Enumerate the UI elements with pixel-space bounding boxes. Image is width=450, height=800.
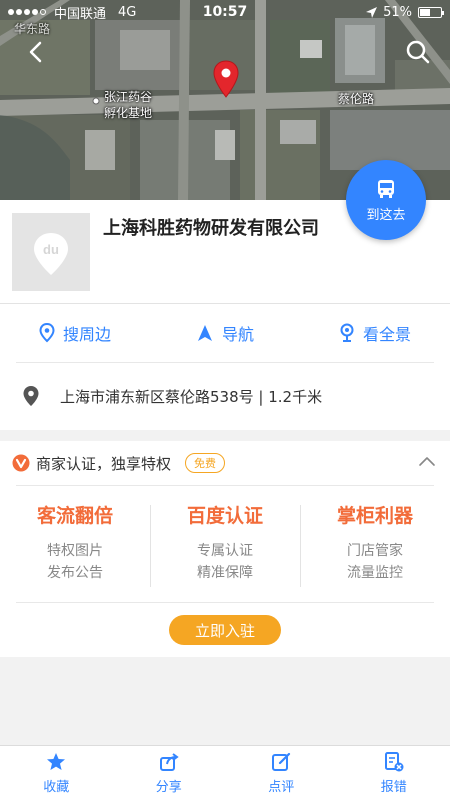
tab-label: 分享 [155, 779, 182, 795]
perk-line: 门店管家 [347, 543, 403, 559]
divider [16, 602, 434, 603]
report-icon [384, 751, 404, 771]
panorama-label: 看全景 [362, 325, 411, 344]
svg-text:du: du [43, 242, 59, 257]
panorama-button[interactable]: 看全景 [300, 304, 450, 362]
tab-report-error[interactable]: 报错 [338, 746, 450, 800]
merchant-title: 商家认证，独享特权 [36, 454, 172, 473]
free-badge: 免费 [185, 453, 226, 473]
merchant-header[interactable]: 商家认证，独享特权 免费 [0, 441, 450, 485]
poi-dot-icon [92, 97, 100, 105]
bus-icon [378, 179, 394, 198]
status-bar: 中国联通 4G 10:57 51% [0, 0, 450, 24]
navigate-button[interactable]: 导航 [150, 304, 300, 362]
search-nearby-button[interactable]: 搜周边 [0, 304, 150, 362]
perk-list: 客流翻倍 特权图片 发布公告 百度认证 专属认证 精准保障 掌柜利器 门店管家 … [0, 501, 450, 591]
place-thumbnail[interactable]: du [12, 213, 90, 291]
search-nearby-label: 搜周边 [62, 325, 111, 344]
perk-title: 掌柜利器 [336, 505, 413, 527]
navigation-arrow-icon [197, 325, 212, 341]
map-label-road-2: 华东路 [14, 22, 51, 36]
star-icon [47, 752, 66, 770]
search-button[interactable] [404, 38, 432, 66]
tab-review[interactable]: 点评 [225, 746, 338, 800]
tab-label: 报错 [380, 779, 407, 795]
action-row: 搜周边 导航 看全景 [0, 304, 450, 362]
navigate-label: 导航 [221, 325, 254, 344]
place-card: du 上海科胜药物研发有限公司 到这去 搜周边 导航 看全景 上海市浦东新区蔡伦… [0, 160, 450, 430]
verified-v-icon [12, 454, 30, 472]
chevron-up-icon[interactable] [418, 455, 436, 467]
chevron-left-icon [29, 41, 42, 63]
join-now-button[interactable]: 立即入驻 [169, 615, 281, 645]
perk-item: 百度认证 专属认证 精准保障 [150, 501, 300, 591]
map-poi-dot [92, 94, 100, 108]
tab-favorite[interactable]: 收藏 [0, 746, 113, 800]
panorama-pin-icon [340, 323, 354, 342]
merchant-promo-section: 商家认证，独享特权 免费 客流翻倍 特权图片 发布公告 百度认证 专属认证 精准… [0, 441, 450, 657]
back-button[interactable] [22, 38, 50, 66]
tab-label: 收藏 [43, 779, 70, 795]
battery-icon [418, 6, 444, 18]
share-icon [159, 752, 179, 771]
map-label-poi-sub: 孵化基地 [104, 106, 153, 120]
baidu-logo-placeholder-icon: du [34, 233, 68, 275]
perk-line: 精准保障 [197, 565, 253, 581]
address-pin-icon [23, 386, 39, 406]
battery-percent: 51% [383, 4, 412, 20]
go-here-label: 到这去 [366, 207, 406, 223]
perk-title: 百度认证 [186, 505, 263, 527]
divider [16, 485, 434, 486]
location-pin-marker-icon[interactable] [213, 60, 239, 98]
perk-item: 客流翻倍 特权图片 发布公告 [0, 501, 150, 591]
perk-item: 掌柜利器 门店管家 流量监控 [300, 501, 450, 591]
location-pin-icon [39, 323, 55, 343]
search-icon [406, 40, 430, 64]
go-here-button[interactable]: 到这去 [346, 160, 426, 240]
location-arrow-icon [366, 6, 378, 18]
bottom-tab-bar: 收藏 分享 点评 报错 [0, 745, 450, 800]
perk-line: 发布公告 [47, 565, 103, 581]
perk-line: 特权图片 [47, 543, 103, 559]
address-row[interactable]: 上海市浦东新区蔡伦路538号 | 1.2千米 [0, 363, 450, 429]
place-title: 上海科胜药物研发有限公司 [103, 218, 319, 239]
address-text: 上海市浦东新区蔡伦路538号 | 1.2千米 [60, 387, 323, 406]
perk-line: 专属认证 [197, 543, 253, 559]
map-label-poi: 张江药谷 [104, 90, 153, 104]
edit-icon [272, 752, 291, 771]
map-label-road: 蔡伦路 [338, 92, 375, 106]
perk-line: 流量监控 [347, 565, 403, 581]
tab-label: 点评 [268, 779, 295, 795]
tab-share[interactable]: 分享 [113, 746, 226, 800]
perk-title: 客流翻倍 [36, 505, 113, 527]
